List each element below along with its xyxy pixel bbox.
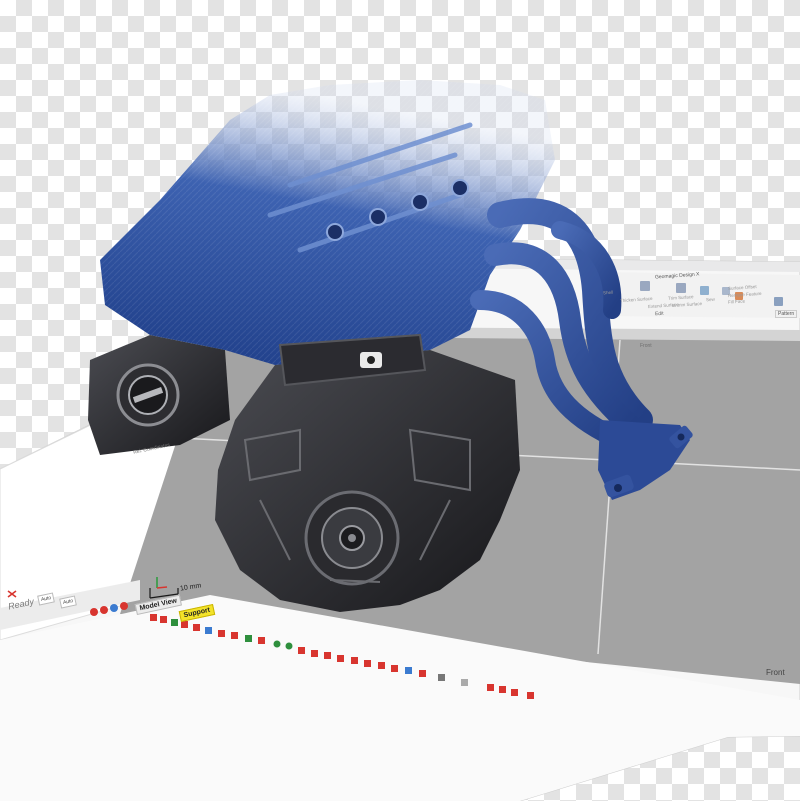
toolbar-icon[interactable]	[150, 614, 157, 621]
toolbar-icon[interactable]	[391, 665, 398, 672]
toolbar-icon[interactable]	[193, 624, 200, 631]
toolbar-icon[interactable]	[311, 650, 318, 657]
toolbar-icon[interactable]	[258, 637, 265, 644]
toolbar-icon[interactable]	[499, 686, 506, 693]
toolbar-icon[interactable]	[378, 662, 385, 669]
toolbar-icon[interactable]	[100, 606, 108, 614]
toolbar-icon[interactable]	[231, 632, 238, 639]
toolbar-icon[interactable]	[419, 670, 426, 677]
thicken-surface-icon[interactable]	[640, 281, 650, 291]
toolbar-icon[interactable]	[285, 642, 293, 650]
toolbar-icon[interactable]	[245, 635, 252, 642]
toolbar-icon[interactable]	[298, 647, 305, 654]
ribbon-group-edit: Edit	[654, 310, 664, 318]
scene	[0, 80, 800, 801]
viewport-top-label: Front	[640, 343, 652, 349]
toolbar-icon[interactable]	[405, 667, 412, 674]
toolbar-icon[interactable]	[160, 616, 167, 623]
toolbar-icon[interactable]	[181, 621, 188, 628]
ribbon-bar	[600, 272, 800, 318]
tab-pattern[interactable]: Pattern	[775, 310, 798, 318]
toolbar-icon[interactable]	[351, 657, 358, 664]
extend-surface-icon[interactable]	[676, 283, 686, 293]
trim-surface-icon[interactable]	[700, 286, 709, 295]
ribbon-label-shell[interactable]: Shell	[603, 290, 613, 296]
toolbar-icon[interactable]	[487, 684, 494, 691]
toolbar-icon[interactable]	[110, 604, 118, 612]
toolbar-icon[interactable]	[461, 679, 468, 686]
toolbar-icon[interactable]	[511, 689, 518, 696]
toolbar-icon[interactable]	[171, 619, 178, 626]
crank-pulley	[304, 490, 400, 586]
toolbar-icon[interactable]	[337, 655, 344, 662]
fill-face-icon[interactable]	[774, 297, 783, 306]
toolbar-icon[interactable]	[527, 692, 534, 699]
toolbar-icon[interactable]	[218, 630, 225, 637]
toolbar-icon[interactable]	[324, 652, 331, 659]
toolbar-icon[interactable]	[205, 627, 212, 634]
toolbar-icon[interactable]	[120, 602, 128, 610]
toolbar-icon[interactable]	[90, 608, 98, 616]
view-label: Front	[766, 668, 785, 677]
toolbar-icon[interactable]	[364, 660, 371, 667]
toolbar-icon[interactable]	[273, 640, 281, 648]
toolbar-icon[interactable]	[438, 674, 445, 681]
ribbon-label-sew[interactable]: Sew	[706, 297, 715, 303]
